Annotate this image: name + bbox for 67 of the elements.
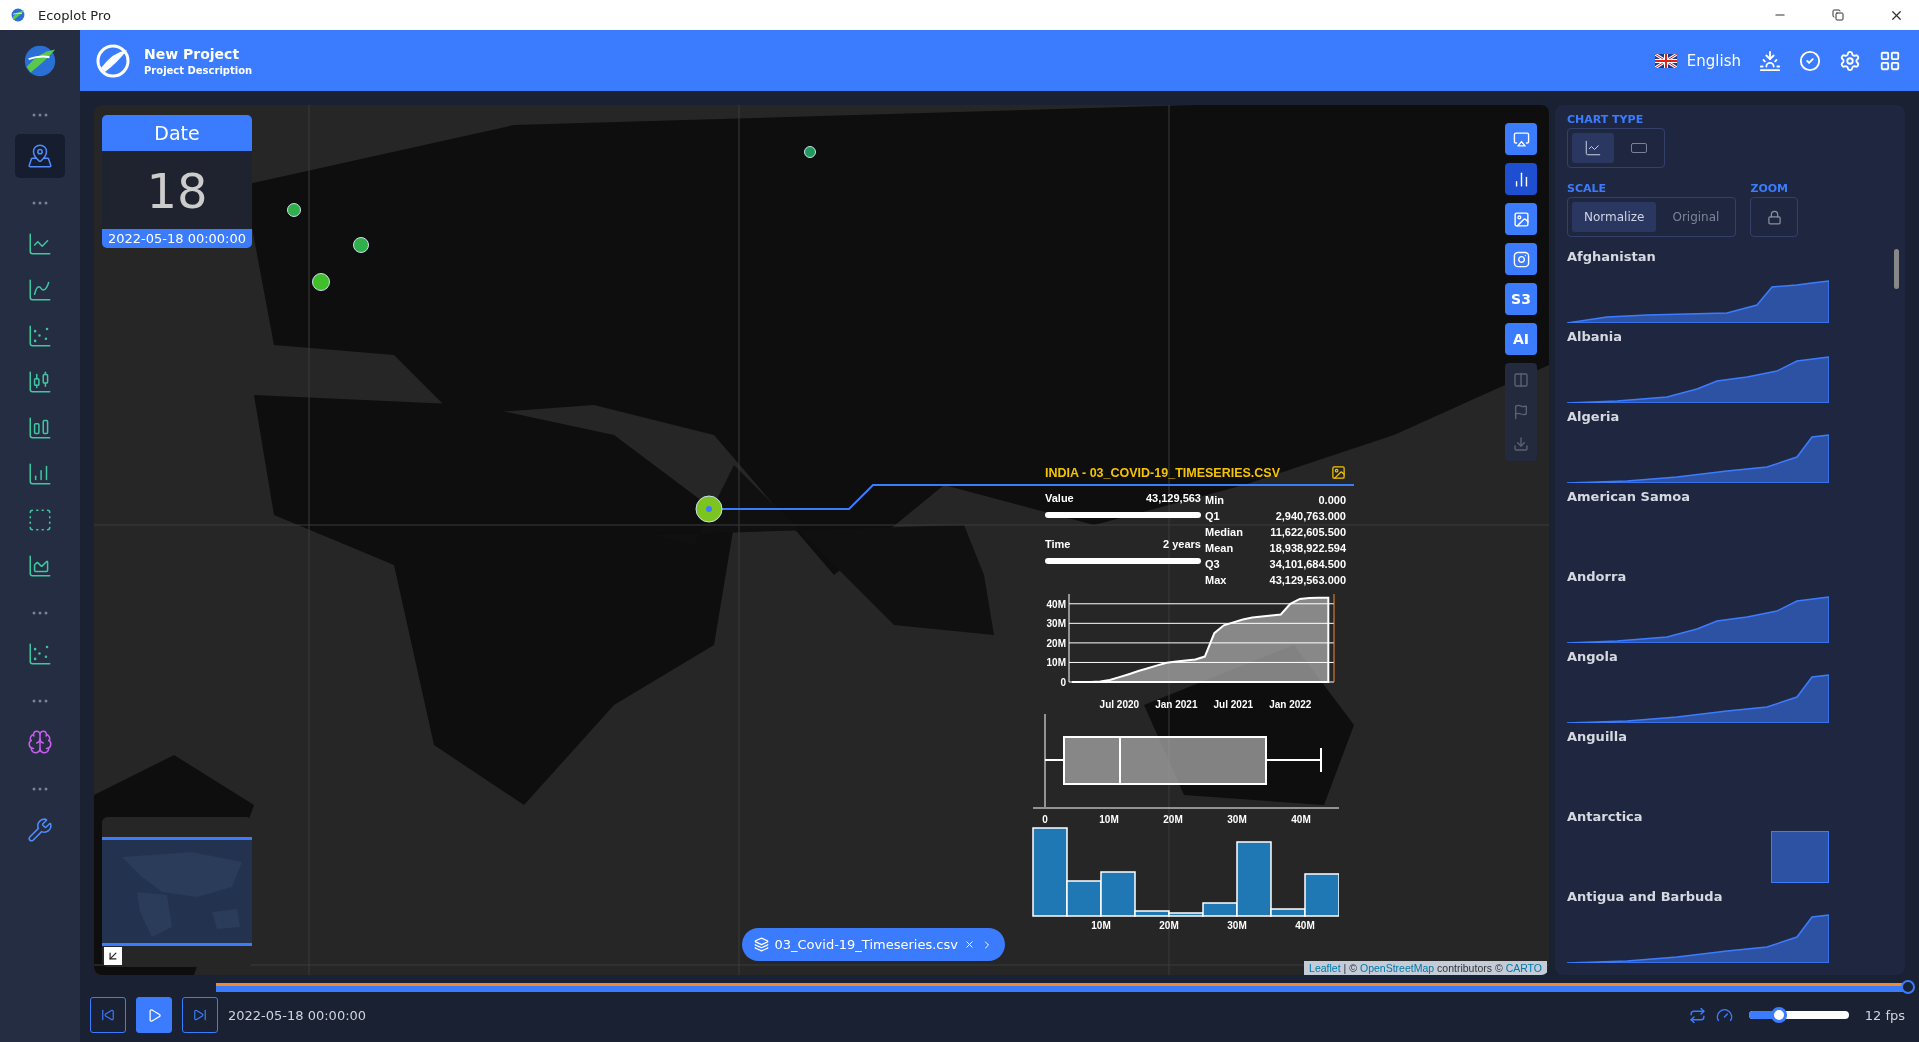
repeat-button[interactable]	[1688, 1006, 1706, 1024]
series-name: American Samoa	[1567, 489, 1691, 504]
sunset-icon	[1759, 49, 1781, 72]
restore-icon	[1832, 9, 1844, 21]
ellipsis-icon	[32, 113, 48, 117]
project-logo	[96, 43, 130, 78]
rising-bars-icon	[27, 461, 53, 487]
flag-icon	[1654, 53, 1677, 68]
scale-option[interactable]: Normalize	[1572, 202, 1657, 232]
slider-thumb[interactable]	[1901, 980, 1915, 994]
sidebar-item[interactable]	[15, 134, 65, 178]
chart-type-button[interactable]	[1572, 133, 1614, 163]
dashed-square-icon	[27, 507, 53, 533]
series-name: Antarctica	[1567, 809, 1644, 824]
skip-forward-button[interactable]	[182, 997, 218, 1033]
lock-icon	[1766, 209, 1782, 225]
sparkline	[1771, 831, 1829, 883]
series-name: Angola	[1567, 649, 1619, 664]
map-pin-icon	[27, 143, 53, 169]
series-name: Antigua and Barbuda	[1567, 889, 1724, 904]
timeline-slider[interactable]	[216, 979, 1915, 995]
window-title: Ecoplot Pro	[38, 7, 112, 23]
zoom-lock-button[interactable]	[1750, 197, 1799, 237]
gauge-button[interactable]	[1715, 1006, 1733, 1024]
wrench-icon	[27, 817, 53, 843]
brain-icon	[27, 729, 53, 755]
project-title: New Project	[144, 45, 241, 62]
section-label: SCALE	[1567, 182, 1608, 195]
series-name: Afghanistan	[1567, 249, 1657, 264]
line-chart-icon	[1584, 139, 1602, 157]
skip-back-button[interactable]	[90, 997, 126, 1033]
play-icon	[146, 1007, 162, 1023]
series-name: Andorra	[1567, 569, 1628, 584]
scatter-chart-icon	[27, 641, 53, 667]
area-chart-icon	[27, 553, 53, 579]
series-name: Algeria	[1567, 409, 1621, 424]
spline-chart-icon	[27, 277, 53, 303]
series-name: Albania	[1567, 329, 1624, 344]
ellipsis-icon	[32, 787, 48, 791]
skip-forward-icon	[193, 1008, 207, 1022]
grid-icon	[1879, 49, 1901, 72]
series-name: Anguilla	[1567, 729, 1629, 744]
current-time: 2022-05-18 00:00:00	[228, 1007, 368, 1023]
scrollbar[interactable]	[1894, 249, 1899, 289]
ellipsis-icon	[32, 201, 48, 205]
scatter-chart-icon	[27, 323, 53, 349]
section-label: ZOOM	[1750, 182, 1790, 195]
repeat-icon	[1688, 1006, 1706, 1024]
check-button[interactable]	[1797, 49, 1823, 72]
fps-text: 12 fps	[1864, 1007, 1905, 1023]
language-selector[interactable]: English	[1652, 51, 1743, 70]
app-logo	[10, 7, 26, 23]
scale-option[interactable]: Original	[1660, 202, 1732, 232]
sunset-button[interactable]	[1757, 49, 1783, 72]
line-chart-icon	[27, 231, 53, 257]
section-label: CHART TYPE	[1567, 113, 1645, 126]
candlestick-chart-icon	[27, 369, 53, 395]
settings-icon	[1839, 49, 1861, 72]
gauge-icon	[1715, 1006, 1733, 1024]
column-chart-icon	[27, 415, 53, 441]
ellipsis-icon	[32, 611, 48, 615]
play-button[interactable]	[136, 997, 172, 1033]
skip-back-icon	[101, 1008, 115, 1022]
slider-thumb[interactable]	[1770, 1007, 1787, 1023]
project-description: Project Description	[144, 64, 254, 76]
ellipsis-icon	[32, 699, 48, 703]
check-circle-icon	[1799, 49, 1821, 72]
